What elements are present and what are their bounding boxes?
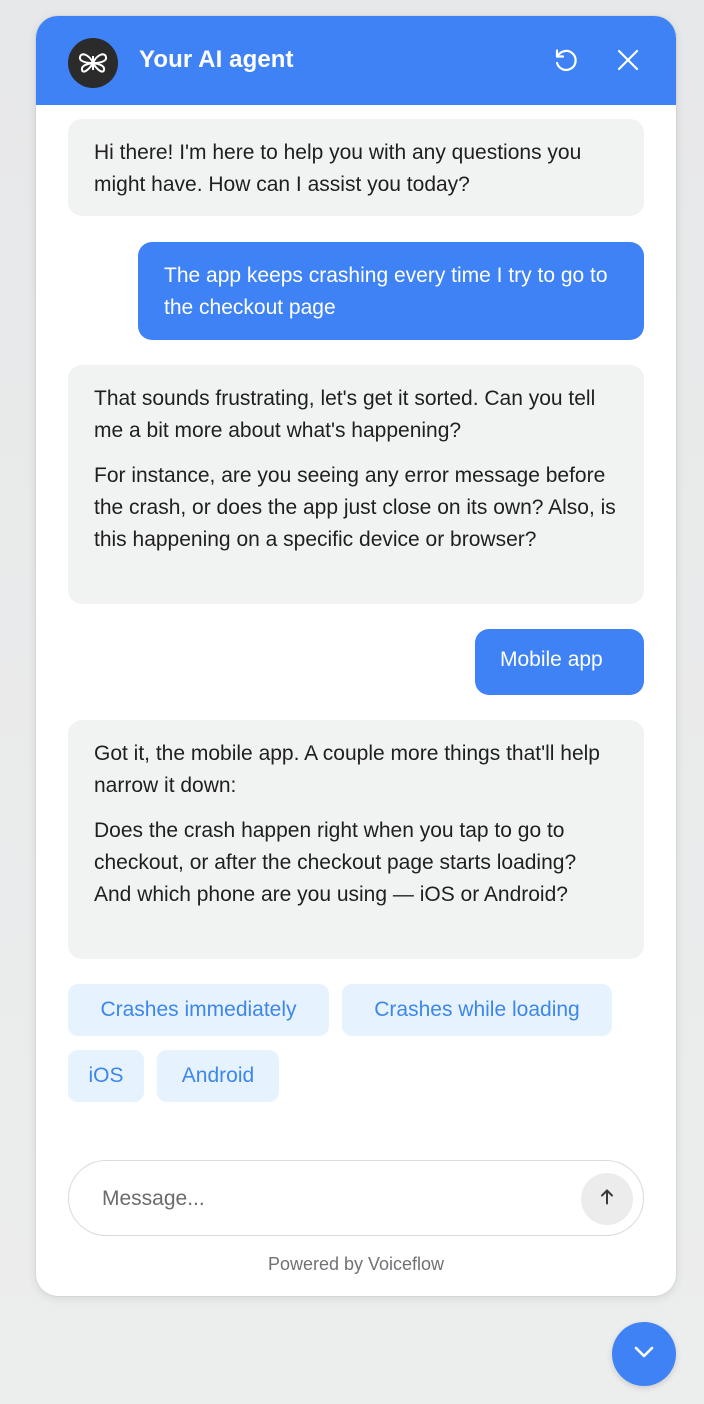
agent-message: That sounds frustrating, let's get it so… xyxy=(68,365,644,604)
widget-launcher-button[interactable] xyxy=(612,1322,676,1386)
refresh-button[interactable] xyxy=(548,44,584,80)
quick-reply-button[interactable]: Crashes while loading xyxy=(342,984,612,1036)
send-button[interactable] xyxy=(581,1173,633,1225)
powered-by-footer: Powered by Voiceflow xyxy=(267,1254,445,1274)
close-icon xyxy=(616,48,640,77)
user-message: Mobile app xyxy=(475,629,644,695)
agent-message: Hi there! I'm here to help you with any … xyxy=(68,119,644,216)
refresh-icon xyxy=(552,46,580,79)
quick-reply-button[interactable]: Android xyxy=(157,1050,279,1102)
message-text: Does the crash happen right when you tap… xyxy=(94,819,577,906)
agent-message: Got it, the mobile app. A couple more th… xyxy=(68,720,644,959)
message-composer xyxy=(68,1160,644,1236)
message-text: The app keeps crashing every time I try … xyxy=(164,264,608,319)
chat-header: Your AI agent xyxy=(36,16,676,105)
message-text: Got it, the mobile app. A couple more th… xyxy=(94,742,600,797)
message-input[interactable] xyxy=(102,1180,562,1218)
chat-title: Your AI agent xyxy=(139,46,294,73)
message-text: That sounds frustrating, let's get it so… xyxy=(94,387,596,442)
chevron-down-icon xyxy=(630,1338,658,1371)
message-text: For instance, are you seeing any error m… xyxy=(94,464,616,551)
arrow-up-icon xyxy=(598,1188,616,1211)
quick-reply-button[interactable]: Crashes immediately xyxy=(68,984,329,1036)
message-text: Hi there! I'm here to help you with any … xyxy=(94,141,582,196)
butterfly-logo-icon xyxy=(68,38,118,88)
close-button[interactable] xyxy=(610,44,646,80)
message-text: Mobile app xyxy=(500,648,603,671)
quick-reply-button[interactable]: iOS xyxy=(68,1050,144,1102)
chat-widget: Your AI agent Hi there! I'm here to help… xyxy=(36,16,676,1296)
user-message: The app keeps crashing every time I try … xyxy=(138,242,644,340)
